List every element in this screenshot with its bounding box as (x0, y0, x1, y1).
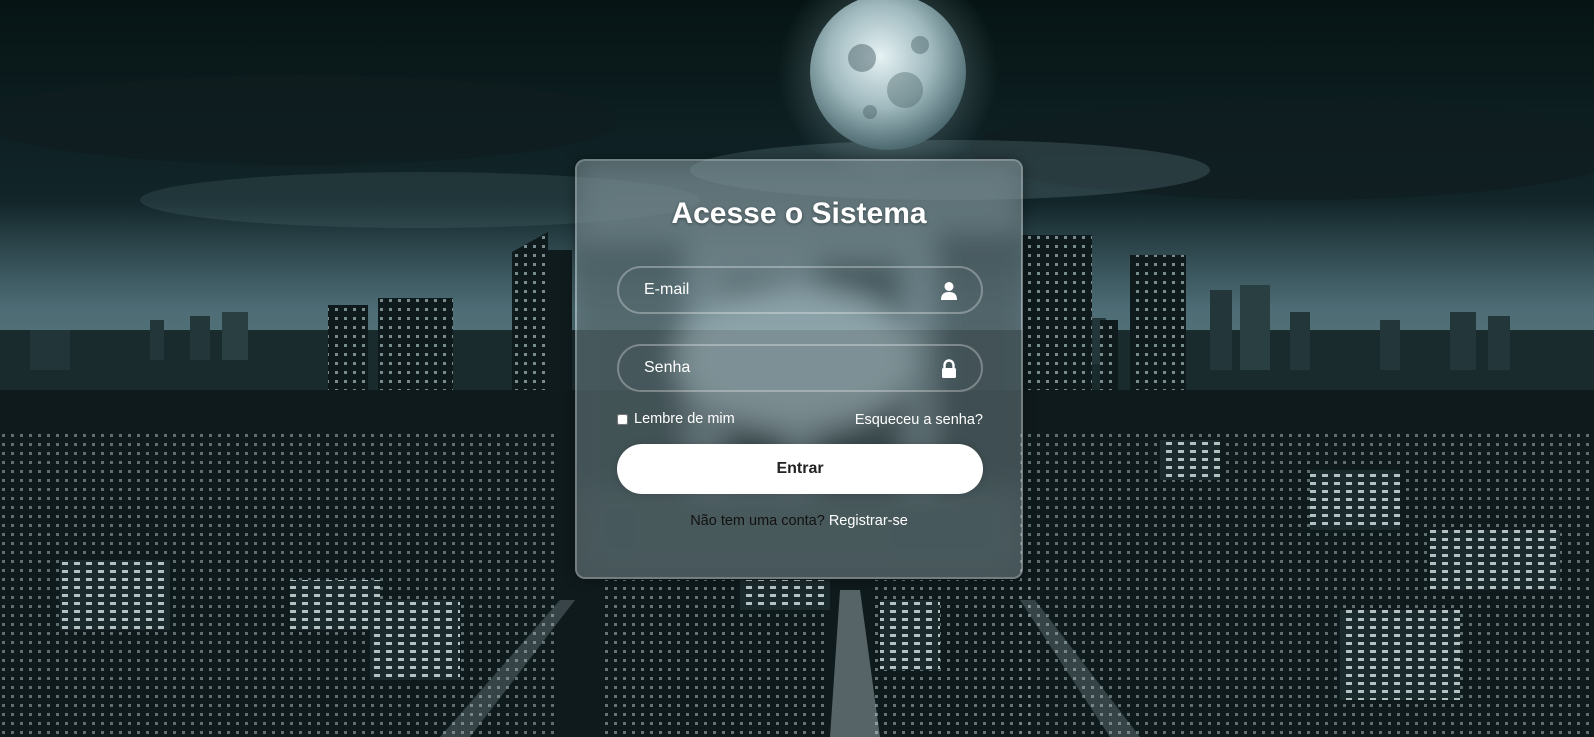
remember-checkbox[interactable] (617, 413, 628, 425)
email-field-wrapper (617, 266, 983, 314)
login-button[interactable]: Entrar (617, 444, 983, 494)
register-row: Não tem uma conta? Registrar-se (577, 513, 1021, 529)
email-field[interactable] (619, 268, 981, 312)
remember-label: Lembre de mim (634, 411, 735, 427)
password-field-wrapper (617, 344, 983, 392)
user-icon (941, 282, 957, 300)
forgot-password-link[interactable]: Esqueceu a senha? (855, 412, 983, 428)
lock-icon (942, 359, 956, 378)
remember-row: Lembre de mim Esqueceu a senha? (617, 411, 983, 431)
register-link[interactable]: Registrar-se (829, 513, 908, 529)
password-field[interactable] (619, 346, 981, 390)
remember-me[interactable]: Lembre de mim (617, 411, 735, 427)
moon (810, 0, 966, 150)
login-card: Acesse o Sistema Lembre de mim Esqueceu … (575, 159, 1023, 579)
register-prompt: Não tem uma conta? (690, 513, 829, 529)
page-title: Acesse o Sistema (671, 197, 927, 230)
